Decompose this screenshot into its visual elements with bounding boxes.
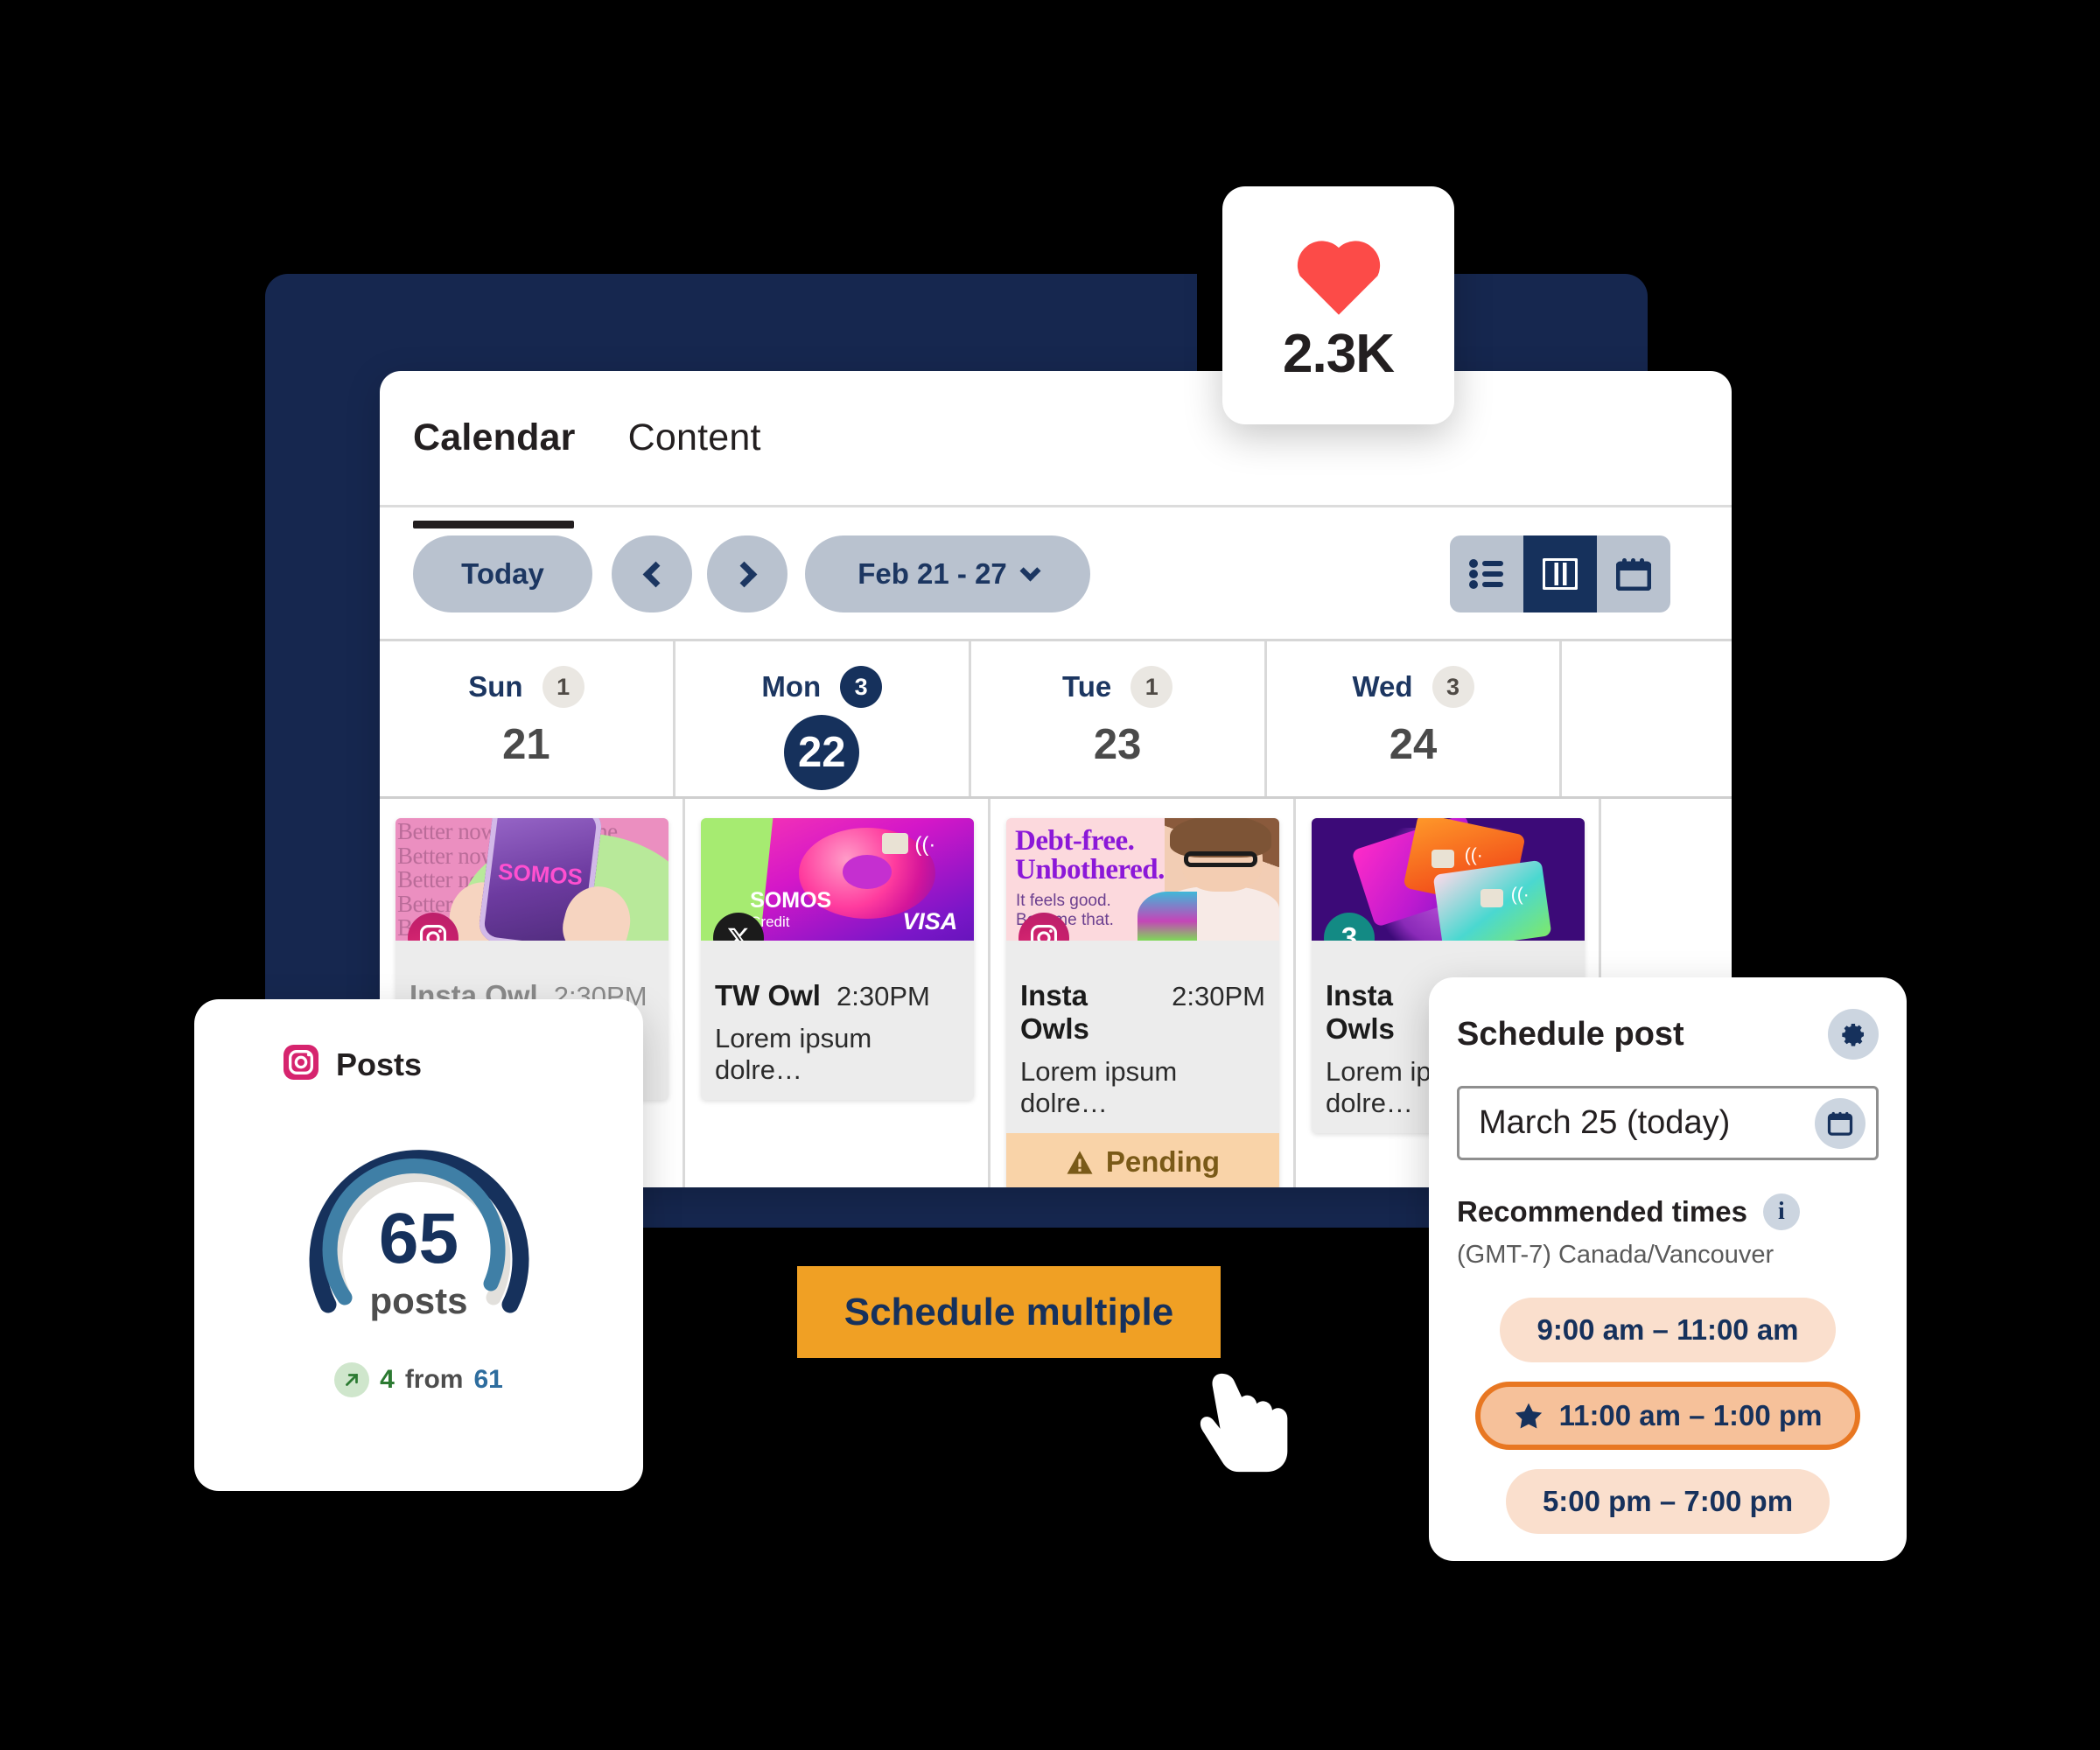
- day-header-mon: Mon 3 22: [676, 641, 971, 796]
- thumbnail-mark: VISA: [902, 908, 958, 935]
- time-slot[interactable]: 5:00 pm – 7:00 pm: [1505, 1469, 1830, 1534]
- day-number-today: 22: [784, 715, 860, 790]
- calendar-column-mon: ((· SOMOS Credit VISA TW Owl 2:30PM Lore…: [685, 799, 990, 1187]
- day-name: Wed: [1352, 670, 1413, 703]
- posts-delta: 4 from 61: [194, 1362, 643, 1397]
- time-slot-selected[interactable]: 11:00 am – 1:00 pm: [1474, 1382, 1861, 1450]
- likes-badge: 2.3K: [1222, 186, 1454, 424]
- calendar-icon: [1616, 558, 1651, 591]
- calendar-toolbar: Today Feb 21 - 27: [380, 508, 1732, 637]
- posts-widget-title: Posts: [336, 1046, 423, 1082]
- day-post-count: 1: [1130, 666, 1173, 708]
- schedule-date-value: March 25 (today): [1479, 1104, 1731, 1141]
- tab-bar: Calendar Content: [380, 371, 1732, 528]
- day-header-partial: [1562, 641, 1732, 796]
- post-thumbnail: ((· ((· 3: [1312, 818, 1585, 941]
- status-label: Pending: [1105, 1145, 1221, 1178]
- post-card[interactable]: Debt-free. Unbothered. It feels good. Beco…: [1006, 818, 1279, 1187]
- trend-up-icon: [334, 1362, 370, 1397]
- date-range-label: Feb 21 - 27: [858, 557, 1007, 590]
- chevron-down-icon: [1019, 559, 1041, 582]
- tab-content[interactable]: Content: [628, 416, 761, 502]
- time-slot-label: 5:00 pm – 7:00 pm: [1542, 1485, 1794, 1517]
- gauge-value: 65: [378, 1199, 459, 1278]
- status-badge: Pending: [1006, 1133, 1279, 1187]
- time-slot[interactable]: 9:00 am – 11:00 am: [1500, 1298, 1836, 1362]
- schedule-multiple-button[interactable]: Schedule multiple: [797, 1266, 1221, 1358]
- day-header-sun: Sun 1 21: [380, 641, 676, 796]
- day-post-count: 3: [1432, 666, 1474, 708]
- view-toggle-list[interactable]: [1450, 536, 1523, 612]
- date-range-selector[interactable]: Feb 21 - 27: [805, 536, 1090, 612]
- post-thumbnail: Better now for everyoneBetter now for ev…: [396, 818, 668, 941]
- recommended-time-slots: 9:00 am – 11:00 am 11:00 am – 1:00 pm 5:…: [1457, 1298, 1879, 1534]
- likes-count: 2.3K: [1283, 323, 1395, 384]
- star-icon: [1515, 1403, 1542, 1429]
- post-meta: Insta Owls 2:30PM Lorem ipsum dolre…: [1006, 941, 1279, 1133]
- day-post-count: 3: [840, 666, 883, 708]
- gauge-unit: posts: [369, 1279, 468, 1321]
- time-slot-label: 11:00 am – 1:00 pm: [1558, 1399, 1823, 1432]
- heart-icon: [1297, 240, 1380, 315]
- posts-widget-header: Posts: [194, 1045, 643, 1084]
- next-week-button[interactable]: [707, 536, 788, 612]
- post-author: TW Owl: [715, 979, 821, 1012]
- delta-previous: 61: [473, 1365, 503, 1394]
- day-header-wed: Wed 3 24: [1267, 641, 1563, 796]
- warning-icon: [1067, 1150, 1093, 1174]
- delta-middle: from: [404, 1365, 464, 1394]
- day-number: 24: [1389, 721, 1438, 768]
- pointing-hand-cursor: [1200, 1373, 1288, 1473]
- post-text: Lorem ipsum dolre…: [1020, 1056, 1178, 1118]
- calendar-day-header-row: Sun 1 21 Mon 3 22 Tue 1 23 Wed 3 24: [380, 639, 1732, 799]
- post-author: Insta Owls: [1020, 979, 1089, 1045]
- day-name: Mon: [761, 670, 822, 703]
- post-time: 2:30PM: [1172, 981, 1265, 1012]
- day-name: Tue: [1062, 670, 1112, 703]
- posts-widget: Posts 65 posts 4 from 61: [194, 999, 643, 1491]
- timezone-label: (GMT-7) Canada/Vancouver: [1457, 1241, 1774, 1269]
- calendar-icon[interactable]: [1815, 1097, 1866, 1149]
- screenshot-stage: Calendar Content Today Feb 21 - 27 Sun 1…: [0, 0, 2100, 1750]
- day-number: 21: [502, 721, 550, 768]
- post-time: 2:30PM: [836, 981, 930, 1012]
- view-toggle-month[interactable]: [1597, 536, 1670, 612]
- chevron-right-icon: [731, 561, 757, 587]
- chevron-left-icon: [642, 561, 668, 587]
- today-button[interactable]: Today: [413, 536, 592, 612]
- time-slot-label: 9:00 am – 11:00 am: [1536, 1313, 1799, 1346]
- view-toggle-group: [1450, 536, 1670, 612]
- post-text: Lorem ipsum dolre…: [715, 1023, 872, 1085]
- schedule-panel-title: Schedule post: [1457, 1015, 1684, 1053]
- delta-value: 4: [380, 1365, 395, 1394]
- schedule-post-panel: Schedule post March 25 (today) Recommend…: [1429, 977, 1907, 1561]
- post-thumbnail: ((· SOMOS Credit VISA: [701, 818, 974, 941]
- posts-gauge: 65 posts: [262, 1110, 577, 1329]
- post-meta: TW Owl 2:30PM Lorem ipsum dolre…: [701, 941, 974, 1100]
- view-toggle-columns[interactable]: [1523, 536, 1597, 612]
- previous-week-button[interactable]: [612, 536, 692, 612]
- info-icon[interactable]: i: [1762, 1194, 1800, 1230]
- thumbnail-brand: SOMOS: [750, 887, 832, 913]
- day-post-count: 1: [542, 666, 584, 708]
- gear-icon[interactable]: [1828, 1009, 1879, 1060]
- recommended-times-row: Recommended times i: [1457, 1194, 1879, 1230]
- day-header-tue: Tue 1 23: [971, 641, 1267, 796]
- schedule-panel-header: Schedule post: [1457, 1009, 1879, 1060]
- day-number: 23: [1093, 721, 1142, 768]
- post-card[interactable]: ((· SOMOS Credit VISA TW Owl 2:30PM Lore…: [701, 818, 974, 1100]
- list-icon: [1469, 559, 1503, 589]
- tab-calendar[interactable]: Calendar: [413, 416, 576, 528]
- calendar-column-tue: Debt-free. Unbothered. It feels good. Beco…: [990, 799, 1296, 1187]
- thumbnail-brand: SOMOS: [497, 858, 584, 891]
- columns-icon: [1543, 558, 1578, 590]
- gauge-center-label: 65 posts: [262, 1199, 577, 1322]
- recommended-times-label: Recommended times: [1457, 1195, 1747, 1228]
- instagram-icon: [284, 1045, 318, 1084]
- post-thumbnail: Debt-free. Unbothered. It feels good. Beco…: [1006, 818, 1279, 941]
- day-name: Sun: [468, 670, 523, 703]
- schedule-date-field[interactable]: March 25 (today): [1457, 1086, 1879, 1160]
